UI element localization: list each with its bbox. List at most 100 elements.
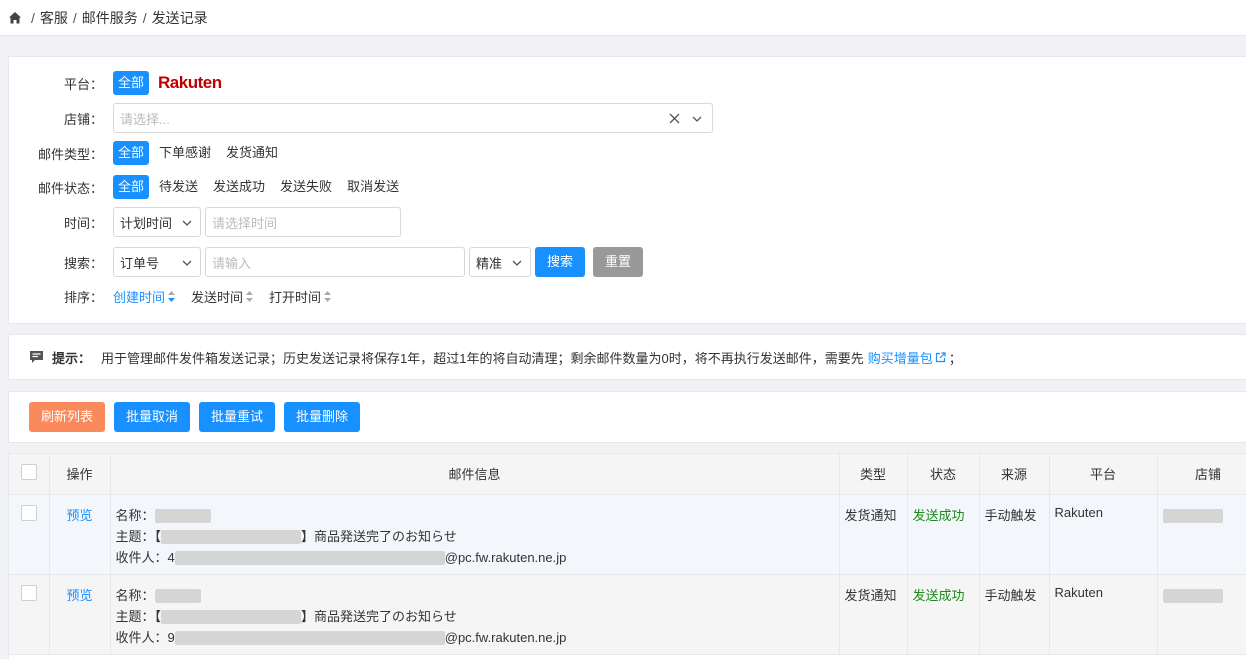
mail-name-label: 名称： [115,507,155,523]
tip-title: 提示： [52,350,92,366]
sort-open-time[interactable]: 打开时间 [269,287,332,306]
platform-label: 平台： [63,76,103,92]
sort-row: 排序： 创建时间 发送时间 打开时间 [9,287,347,306]
mail-recipient-prefix: 4 [167,549,175,565]
platform-cell: Rakuten [1049,574,1158,655]
breadcrumb-item-send-records: 发送记录 [151,9,208,26]
header-select-all [9,454,50,495]
sort-arrows-icon [324,291,332,302]
search-field-value: 订单号 [120,255,160,271]
redacted-text [174,551,445,566]
tip-suffix: ； [948,350,962,366]
mail-info-cell: 名称： 主题：【 】商品発送完了のお知らせ 收件人：9 @pc.fw.rakuten… [110,574,840,655]
platform-option-all[interactable]: 全部 [113,71,150,95]
batch-retry-button[interactable]: 批量重试 [199,402,276,432]
batch-cancel-button[interactable]: 批量取消 [114,402,191,432]
platform-cell: Rakuten [1049,494,1158,575]
mail-recipient-label: 收件人： [115,549,168,565]
sort-send-time[interactable]: 发送时间 [191,287,254,306]
redacted-text [161,610,302,625]
store-cell [1157,574,1246,655]
breadcrumb-item-service[interactable]: 客服 [40,8,68,28]
table-row: 预览 名称： 主题：【 】商品発送完了のお知らせ 收件人：9 @pc.fw.raku… [9,574,1246,655]
chevron-down-icon [182,220,192,226]
source-cell: 手动触发 [979,574,1050,655]
breadcrumb-separator: / [142,9,147,26]
mail-recipient-suffix: @pc.fw.rakuten.ne.jp [444,549,567,565]
type-cell: 发货通知 [839,574,908,655]
mail-subject-suffix: 】商品発送完了のお知らせ [301,608,457,624]
mail-status-option-all[interactable]: 全部 [113,175,150,199]
tip-text: 用于管理邮件发件箱发送记录；历史发送记录将保存1年，超过1年的将自动清理；剩余邮… [101,350,864,366]
preview-link[interactable]: 预览 [66,508,92,523]
header-mail-info: 邮件信息 [110,454,840,495]
select-all-checkbox[interactable] [20,464,37,481]
status-cell: 发送成功 [907,494,980,575]
header-source: 来源 [979,454,1050,495]
time-range-placeholder: 请选择时间 [212,215,278,231]
row-checkbox[interactable] [20,504,37,521]
breadcrumb-separator: / [72,9,77,26]
mail-name-label: 名称： [115,587,155,603]
reset-button[interactable]: 重置 [593,247,644,277]
mail-type-option-ship-notice[interactable]: 发货通知 [221,141,283,165]
mail-status-option-failed[interactable]: 发送失败 [275,175,337,199]
mail-recipient-line: 收件人：9 @pc.fw.rakuten.ne.jp [116,627,834,648]
table-header-row: 操作 邮件信息 类型 状态 来源 平台 店铺 [9,454,1246,495]
store-select[interactable]: 请选择... [113,103,713,133]
row-action-cell: 预览 [49,494,111,575]
mail-status-option-pending[interactable]: 待发送 [154,175,203,199]
mail-name-line: 名称： [116,585,834,606]
mail-status-option-cancelled[interactable]: 取消发送 [342,175,404,199]
home-icon[interactable] [8,11,22,25]
redacted-text [1162,588,1223,603]
chevron-down-icon [512,260,522,266]
preview-link[interactable]: 预览 [66,588,92,603]
sort-arrows-icon [246,291,254,302]
sort-created-time-label: 创建时间 [113,290,166,305]
source-cell: 手动触发 [979,494,1050,575]
redacted-text [154,509,211,524]
search-mode-select[interactable]: 精准 [469,247,531,277]
mail-recipient-suffix: @pc.fw.rakuten.ne.jp [444,629,567,645]
sort-label: 排序： [63,290,103,305]
breadcrumb-separator: / [31,9,35,26]
table-row: 预览 名称： 主题：【 】商品発送完了のお知らせ 收件人：4 @pc.fw.raku… [9,494,1246,575]
row-checkbox[interactable] [20,584,37,601]
mail-subject-label: 主题： [115,608,155,624]
search-input[interactable]: 请输入 [205,247,465,277]
breadcrumb-item-mail-service[interactable]: 邮件服务 [82,8,138,28]
redacted-text [1162,508,1223,523]
buy-package-link[interactable]: 购买增量包 [868,348,933,367]
refresh-list-button[interactable]: 刷新列表 [29,402,106,432]
mail-status-filter-row: 邮件状态： 全部 待发送 发送成功 发送失败 取消发送 [9,175,409,199]
time-type-select[interactable]: 计划时间 [113,207,201,237]
store-label: 店铺： [63,111,103,127]
mail-type-option-order-thanks[interactable]: 下单感谢 [154,141,216,165]
rakuten-logo[interactable]: Rakuten [158,73,222,93]
sort-created-time[interactable]: 创建时间 [113,287,176,306]
redacted-text [154,589,201,604]
time-range-input[interactable]: 请选择时间 [205,207,401,237]
search-label: 搜索： [63,255,103,271]
search-field-select[interactable]: 订单号 [113,247,201,277]
action-bar: 刷新列表 批量取消 批量重试 批量删除 [8,391,1246,443]
external-link-icon[interactable] [935,351,946,363]
search-input-placeholder: 请输入 [212,255,252,271]
store-filter-row: 店铺： 请选择... [9,103,713,133]
search-button[interactable]: 搜索 [535,247,586,277]
header-action: 操作 [49,454,111,495]
header-store: 店铺 [1157,454,1246,495]
mail-subject-line: 主题：【 】商品発送完了のお知らせ [116,606,834,627]
type-cell: 发货通知 [839,494,908,575]
breadcrumb: / 客服 / 邮件服务 / 发送记录 [0,0,1246,36]
mail-recipient-label: 收件人： [115,629,168,645]
search-mode-value: 精准 [476,255,503,271]
time-label: 时间： [63,215,103,231]
mail-type-option-all[interactable]: 全部 [113,141,150,165]
clear-icon[interactable] [669,113,680,124]
batch-delete-button[interactable]: 批量删除 [284,402,361,432]
row-select-cell [9,494,50,575]
row-select-cell [9,574,50,655]
mail-status-option-success[interactable]: 发送成功 [208,175,270,199]
